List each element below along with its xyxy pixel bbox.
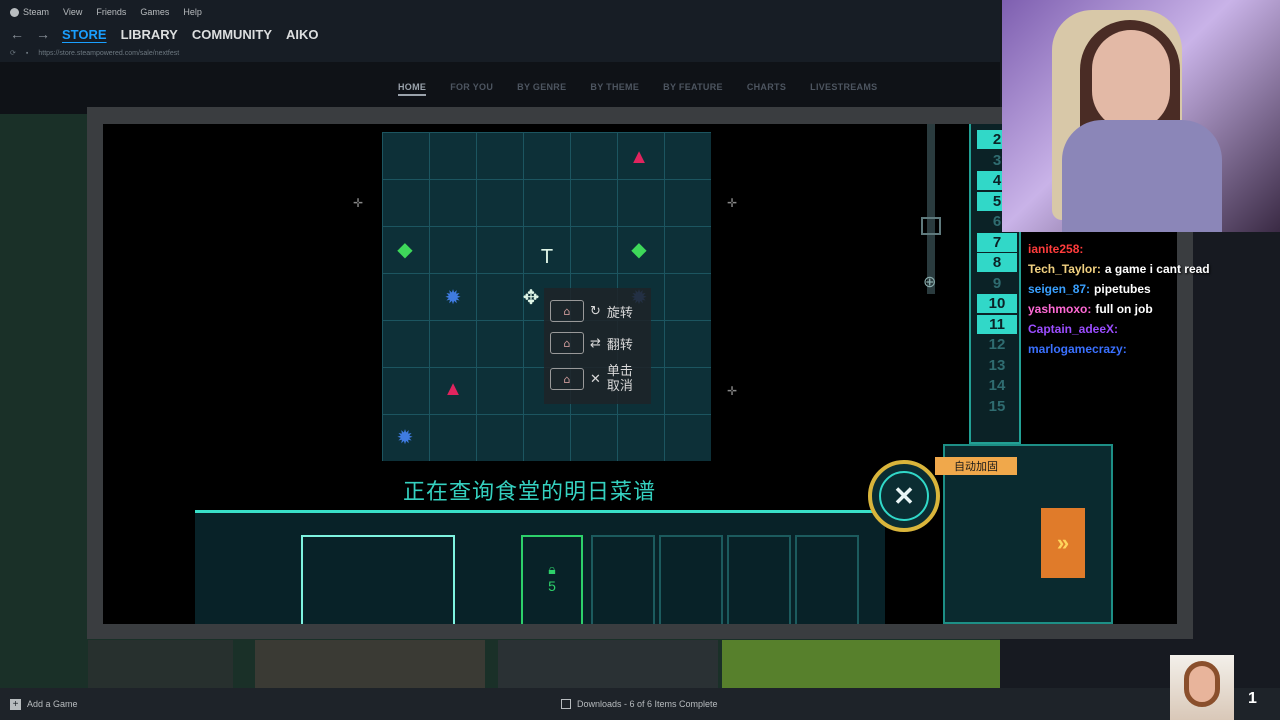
tab-library[interactable]: LIBRARY — [121, 27, 178, 42]
inventory-slot[interactable] — [727, 535, 791, 624]
tab-store[interactable]: STORE — [62, 27, 107, 42]
context-menu: ⌂ ↻ 旋转 ⌂ ⇄ 翻转 ⌂ ✕ 单击 取消 — [544, 288, 651, 404]
menu-rotate[interactable]: ⌂ ↻ 旋转 — [550, 300, 633, 322]
menu-help[interactable]: Help — [183, 7, 202, 17]
add-game-button[interactable]: + Add a Game — [10, 698, 78, 710]
forward-arrow-icon[interactable]: → — [36, 26, 50, 42]
rotate-icon: ↻ — [590, 303, 601, 319]
zoom-slider-track[interactable] — [927, 124, 935, 294]
inventory-slot[interactable] — [591, 535, 655, 624]
menu-view[interactable]: View — [63, 7, 82, 17]
chat-message: marlogamecrazy: — [1028, 342, 1131, 356]
plus-icon: + — [10, 698, 21, 710]
chat-username[interactable]: marlogamecrazy: — [1028, 342, 1127, 356]
chat-message: ianite258: — [1028, 242, 1087, 256]
mouse-key-icon: ⌂ — [550, 332, 584, 354]
chat-text: full on job — [1095, 302, 1153, 316]
downloads-status[interactable]: Downloads - 6 of 6 Items Complete — [561, 699, 718, 709]
back-arrow-icon[interactable]: ← — [10, 26, 24, 42]
zoom-icon[interactable]: ⊕ — [923, 272, 936, 292]
tab-community[interactable]: COMMUNITY — [192, 27, 272, 42]
guest-webcam — [1170, 655, 1234, 720]
number-cell: 7 — [977, 232, 1017, 252]
menu-steam[interactable]: Steam — [10, 7, 49, 17]
close-button[interactable]: ✕ — [868, 460, 940, 532]
streamer-webcam — [1002, 0, 1280, 232]
menu-games[interactable]: Games — [140, 7, 169, 17]
inventory-slot[interactable] — [301, 535, 455, 624]
red-unit-icon: ▲ — [443, 377, 463, 400]
number-cell: 8 — [977, 253, 1017, 272]
locked-slot[interactable]: 🔒︎ 5 — [521, 535, 583, 624]
chat-text: pipetubes — [1094, 282, 1151, 296]
chat-overlay: ianite258: Tech_Taylor: a game i cant read… — [1024, 222, 1280, 362]
number-cell: 15 — [988, 397, 1006, 415]
blue-unit-icon: ✹ — [396, 426, 414, 449]
cancel-icon: ✕ — [590, 371, 601, 387]
store-tab-by-genre[interactable]: BY GENRE — [517, 82, 566, 96]
store-tab-home[interactable]: HOME — [398, 82, 427, 96]
steam-logo-icon — [10, 7, 19, 17]
mouse-key-icon: ⌂ — [550, 300, 584, 322]
chat-message: Tech_Taylor: a game i cant read — [1028, 262, 1210, 276]
steam-navbar: ← → STORE LIBRARY COMMUNITY AIKO — [0, 24, 1000, 44]
store-tab-charts[interactable]: CHARTS — [747, 82, 786, 96]
number-cell: 13 — [988, 356, 1006, 374]
chat-message: yashmoxo: full on job — [1028, 302, 1153, 316]
reload-icon[interactable]: ⟳ — [10, 49, 16, 57]
inventory-slot[interactable] — [659, 535, 723, 624]
close-icon: ✕ — [879, 471, 929, 521]
friends-count[interactable]: 1 — [1248, 690, 1257, 708]
blue-unit-icon: ✹ — [444, 286, 462, 309]
green-unit-icon: ◆ — [397, 238, 413, 261]
chat-username[interactable]: yashmoxo: — [1028, 302, 1091, 316]
url-text[interactable]: https://store.steampowered.com/sale/next… — [38, 50, 179, 57]
green-unit-icon: ◆ — [631, 238, 647, 261]
game-subtitle: 正在查询食堂的明日菜谱 — [403, 480, 657, 505]
tab-profile[interactable]: AIKO — [286, 27, 319, 42]
chat-username[interactable]: Captain_adeeX: — [1028, 322, 1118, 336]
number-cell: 10 — [977, 294, 1017, 313]
menu-friends[interactable]: Friends — [96, 7, 126, 17]
crosshair-icon: ✛ — [727, 384, 738, 398]
store-tab-by-theme[interactable]: BY THEME — [590, 82, 639, 96]
number-cell: 12 — [988, 336, 1006, 353]
store-tab-by-feature[interactable]: BY FEATURE — [663, 82, 723, 96]
steam-menubar: Steam View Friends Games Help — [0, 0, 1000, 24]
chat-text: a game i cant read — [1104, 262, 1210, 276]
auto-reinforce-button[interactable]: 自动加固 — [935, 457, 1017, 475]
zoom-slider-thumb[interactable] — [921, 217, 941, 235]
crosshair-icon: ✛ — [353, 196, 364, 210]
lock-count: 5 — [548, 578, 556, 594]
store-tab-livestreams[interactable]: LIVESTREAMS — [810, 82, 877, 96]
chat-username[interactable]: Tech_Taylor: — [1028, 262, 1101, 276]
inventory-slot[interactable] — [795, 535, 859, 624]
flip-icon: ⇄ — [590, 335, 601, 351]
chat-username[interactable]: seigen_87: — [1028, 282, 1090, 296]
mouse-key-icon: ⌂ — [550, 368, 584, 390]
menu-flip[interactable]: ⌂ ⇄ 翻转 — [550, 332, 633, 354]
lock-icon: 🔒︎ — [548, 561, 556, 577]
chat-message: Captain_adeeX: — [1028, 322, 1122, 336]
number-cell: 11 — [977, 314, 1017, 334]
number-cell: 9 — [992, 274, 1002, 292]
white-unit-icon: T — [540, 245, 554, 268]
red-unit-icon: ▲ — [629, 145, 649, 168]
download-icon — [561, 699, 571, 709]
selected-unit-icon: ✥ — [522, 286, 540, 309]
crosshair-icon: ✛ — [727, 196, 738, 210]
store-tab-for-you[interactable]: FOR YOU — [450, 82, 493, 96]
chat-username[interactable]: ianite258: — [1028, 242, 1083, 256]
chat-message: seigen_87: pipetubes — [1028, 282, 1151, 296]
fast-forward-button[interactable]: » — [1041, 508, 1085, 578]
steam-bottombar: + Add a Game Downloads - 6 of 6 Items Co… — [0, 688, 1280, 720]
number-cell: 14 — [988, 377, 1006, 394]
url-bar: ⟳ ▪ https://store.steampowered.com/sale/… — [0, 44, 1000, 62]
menu-cancel[interactable]: ⌂ ✕ 单击 取消 — [550, 364, 633, 394]
inventory-panel: 🔒︎ 5 — [195, 510, 885, 624]
lock-icon: ▪ — [25, 49, 29, 57]
